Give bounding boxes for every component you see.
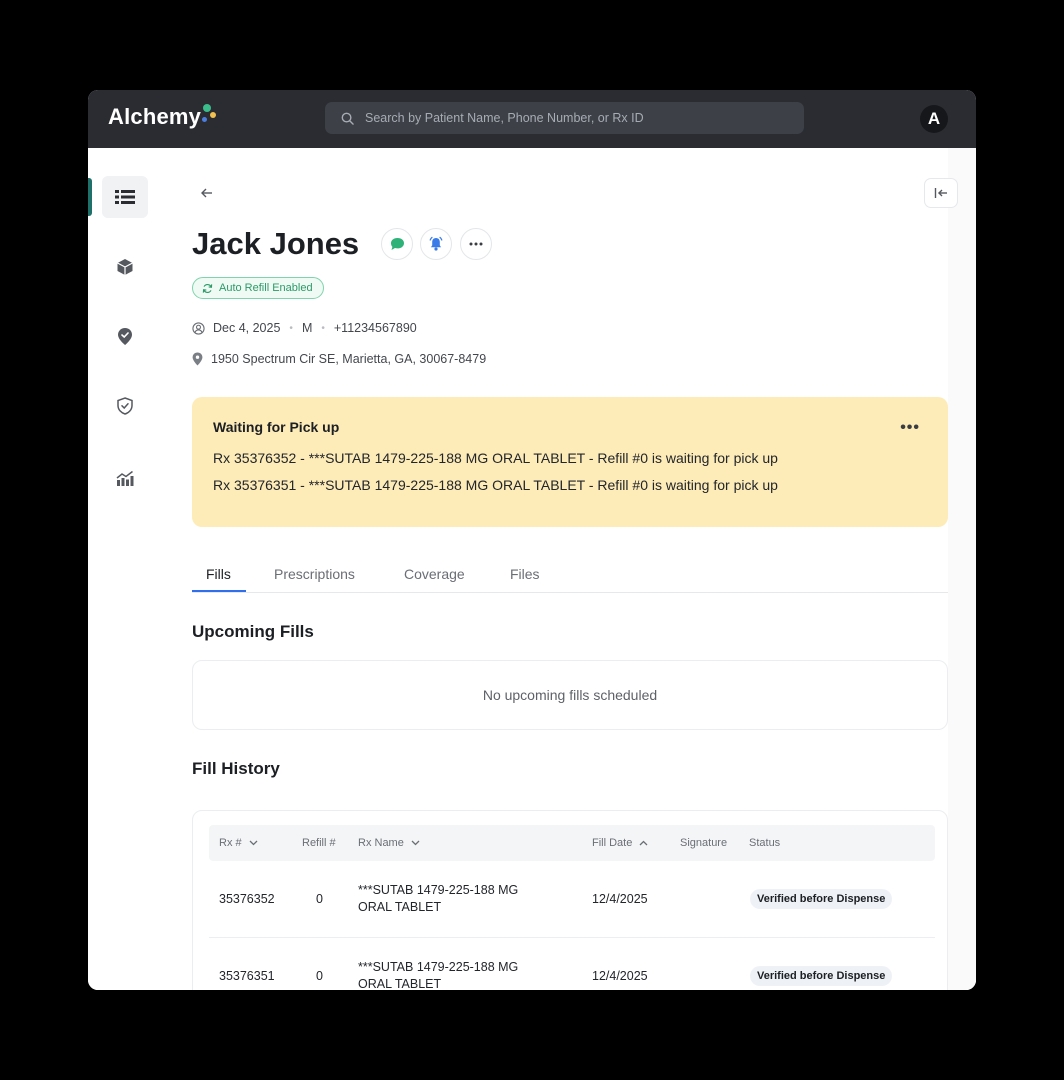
user-circle-icon xyxy=(192,321,205,335)
alert-more-icon[interactable]: ••• xyxy=(900,419,920,437)
table-row[interactable]: 35376351 0 ***SUTAB 1479-225-188 MG ORAL… xyxy=(209,938,935,990)
status-badge: Verified before Dispense xyxy=(750,889,893,909)
column-label: Rx # xyxy=(219,837,242,849)
tab-files[interactable]: Files xyxy=(510,566,540,582)
search-bar[interactable]: Search by Patient Name, Phone Number, or… xyxy=(325,102,804,134)
sidebar-item-list[interactable] xyxy=(102,176,148,218)
search-icon xyxy=(341,112,354,125)
column-header-refill: Refill # xyxy=(302,837,336,849)
patient-sex: M xyxy=(301,321,313,335)
patient-content: Jack Jones Auto Refill Enabled Dec 4, 20… xyxy=(192,148,948,990)
table-row[interactable]: 35376352 0 ***SUTAB 1479-225-188 MG ORAL… xyxy=(209,861,935,938)
badge-label: Auto Refill Enabled xyxy=(219,282,313,294)
back-button[interactable] xyxy=(200,186,218,204)
refresh-icon xyxy=(202,283,213,293)
tab-prescriptions[interactable]: Prescriptions xyxy=(274,566,355,582)
alert-line: Rx 35376351 - ***SUTAB 1479-225-188 MG O… xyxy=(213,477,778,493)
column-label: Rx Name xyxy=(358,837,404,849)
box-icon xyxy=(117,259,133,275)
patient-demographics: Dec 4, 2025 • M • +11234567890 xyxy=(192,321,417,335)
upcoming-fills-empty: No upcoming fills scheduled xyxy=(192,660,948,730)
brand-name: Alchemy xyxy=(108,104,202,129)
patient-address-row: 1950 Spectrum Cir SE, Marietta, GA, 3006… xyxy=(192,352,486,366)
sidebar-item-compliance[interactable] xyxy=(102,385,148,427)
cell-fill-date: 12/4/2025 xyxy=(592,969,648,983)
column-label: Signature xyxy=(680,837,728,849)
upcoming-fills-title: Upcoming Fills xyxy=(192,622,314,641)
patient-phone[interactable]: +11234567890 xyxy=(334,321,417,335)
fill-history-table: Rx # Refill # Rx Name Fill Date Signatur… xyxy=(192,810,948,990)
bell-ring-icon xyxy=(429,236,443,251)
column-header-status: Status xyxy=(749,837,780,849)
column-header-rx-name[interactable]: Rx Name xyxy=(358,837,420,849)
status-badge: Verified before Dispense xyxy=(750,966,893,986)
column-header-fill-date[interactable]: Fill Date xyxy=(592,837,648,849)
cell-rx: 35376351 xyxy=(219,969,275,983)
chart-trend-icon xyxy=(116,470,134,486)
app-window: Alchemy Search by Patient Name, Phone Nu… xyxy=(88,90,976,990)
patient-dob: Dec 4, 2025 xyxy=(213,321,281,335)
cell-refill: 0 xyxy=(316,969,323,983)
map-pin-icon xyxy=(192,352,203,366)
patient-address: 1950 Spectrum Cir SE, Marietta, GA, 3006… xyxy=(211,352,487,366)
chat-bubble-icon xyxy=(390,238,404,250)
chevron-down-icon xyxy=(249,840,258,846)
sidebar-item-analytics[interactable] xyxy=(102,457,148,499)
shield-check-icon xyxy=(117,397,133,415)
top-bar: Alchemy Search by Patient Name, Phone Nu… xyxy=(88,90,976,148)
separator-dot: • xyxy=(289,322,293,334)
patient-tabs: Fills Prescriptions Coverage Files xyxy=(192,560,948,593)
empty-state-text: No upcoming fills scheduled xyxy=(482,687,658,703)
list-icon xyxy=(115,190,135,204)
column-label: Status xyxy=(749,837,781,849)
fill-history-title: Fill History xyxy=(192,759,280,778)
cell-rx: 35376352 xyxy=(219,892,275,906)
cell-fill-date: 12/4/2025 xyxy=(592,892,648,906)
column-header-signature: Signature xyxy=(680,837,727,849)
logo-mark-icon xyxy=(202,104,220,130)
tab-fills[interactable]: Fills xyxy=(206,566,231,582)
chevron-down-icon xyxy=(411,840,420,846)
cell-rx-name: ***SUTAB 1479-225-188 MG ORAL TABLET xyxy=(358,883,519,914)
more-horizontal-icon xyxy=(469,242,483,246)
logo[interactable]: Alchemy xyxy=(108,104,220,130)
arrow-left-icon xyxy=(201,188,212,198)
sidebar-item-inventory[interactable] xyxy=(102,246,148,288)
map-pin-check-icon xyxy=(118,327,132,345)
sidebar xyxy=(88,148,176,990)
column-label: Fill Date xyxy=(592,837,633,849)
chevron-up-icon xyxy=(639,840,648,846)
more-actions-button[interactable] xyxy=(460,228,492,260)
pickup-alert: Waiting for Pick up ••• Rx 35376352 - **… xyxy=(192,397,948,527)
user-avatar[interactable]: A xyxy=(920,105,948,133)
alert-title: Waiting for Pick up xyxy=(213,419,340,435)
message-button[interactable] xyxy=(381,228,413,260)
column-header-rx[interactable]: Rx # xyxy=(219,837,258,849)
auto-refill-badge: Auto Refill Enabled xyxy=(192,277,324,299)
search-placeholder: Search by Patient Name, Phone Number, or… xyxy=(365,111,644,125)
main-area: Jack Jones Auto Refill Enabled Dec 4, 20… xyxy=(88,148,976,990)
notifications-button[interactable] xyxy=(420,228,452,260)
cell-refill: 0 xyxy=(316,892,323,906)
right-panel-edge xyxy=(948,148,976,990)
sidebar-item-delivery[interactable] xyxy=(102,315,148,357)
alert-line: Rx 35376352 - ***SUTAB 1479-225-188 MG O… xyxy=(213,450,778,466)
separator-dot: • xyxy=(321,322,325,334)
active-tab-underline xyxy=(192,590,246,592)
tab-coverage[interactable]: Coverage xyxy=(404,566,465,582)
active-nav-indicator xyxy=(88,178,92,216)
patient-name: Jack Jones xyxy=(192,226,360,261)
column-label: Refill # xyxy=(302,837,336,849)
table-header: Rx # Refill # Rx Name Fill Date Signatur… xyxy=(209,825,935,861)
cell-rx-name: ***SUTAB 1479-225-188 MG ORAL TABLET xyxy=(358,960,519,990)
